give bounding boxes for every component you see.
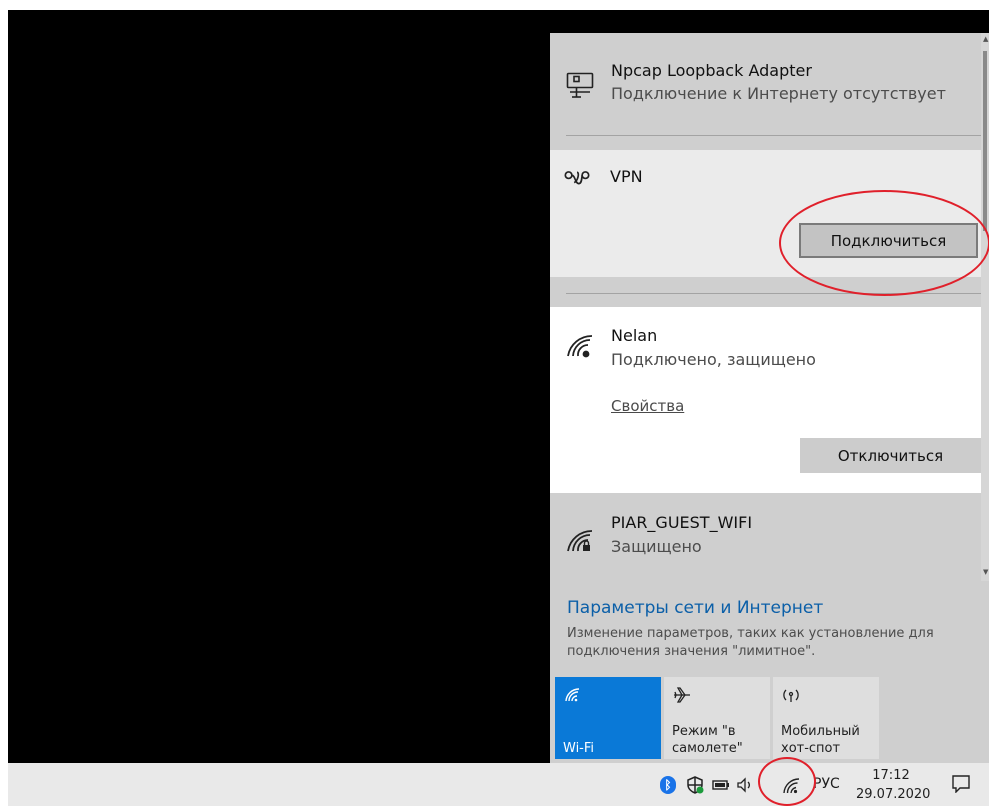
properties-link[interactable]: Свойства	[611, 397, 684, 415]
network-item-npcap[interactable]: Npcap Loopback Adapter Подключение к Инт…	[550, 33, 981, 135]
connect-button[interactable]: Подключиться	[799, 223, 978, 258]
divider	[566, 293, 986, 294]
scroll-up-arrow-icon[interactable]: ▲	[983, 35, 988, 43]
clock-time: 17:12	[872, 768, 910, 783]
network-item-vpn[interactable]: VPN Подключиться	[550, 150, 981, 277]
network-flyout: Npcap Loopback Adapter Подключение к Инт…	[550, 33, 989, 763]
ethernet-icon	[566, 71, 594, 99]
wifi-tile[interactable]: Wi-Fi	[555, 677, 661, 759]
wifi-icon	[566, 332, 594, 360]
disconnect-button[interactable]: Отключиться	[800, 438, 981, 473]
network-settings-description: Изменение параметров, таких как установл…	[567, 626, 934, 659]
clock[interactable]: 17:12 29.07.2020	[856, 766, 931, 804]
airplane-mode-tile[interactable]: Режим "в самолете"	[664, 677, 770, 759]
mobile-hotspot-tile[interactable]: Мобильный хот-спот	[773, 677, 879, 759]
tile-label: Wi-Fi	[563, 741, 595, 756]
scroll-down-arrow-icon[interactable]: ▼	[983, 568, 988, 576]
network-status: Подключено, защищено	[611, 350, 816, 369]
battery-icon[interactable]	[711, 775, 731, 795]
tile-label: Режим "в самолете"	[672, 724, 743, 756]
network-name: PIAR_GUEST_WIFI	[611, 513, 753, 532]
wifi-icon	[563, 685, 583, 705]
network-name: Nelan	[611, 326, 658, 345]
network-status: Защищено	[611, 537, 702, 556]
divider	[566, 135, 986, 136]
network-name: VPN	[610, 167, 643, 186]
tile-label: Мобильный хот-спот	[781, 724, 860, 756]
network-item-nelan[interactable]: Nelan Подключено, защищено Свойства Откл…	[550, 307, 981, 493]
defender-icon[interactable]	[685, 775, 705, 795]
bluetooth-icon[interactable]: ᛒ	[660, 776, 676, 794]
network-status: Подключение к Интернету отсутствует	[611, 84, 946, 103]
network-item-piar-guest-wifi[interactable]: PIAR_GUEST_WIFI Защищено	[550, 493, 981, 573]
vpn-icon	[563, 164, 591, 192]
wifi-icon[interactable]	[782, 776, 802, 796]
scrollbar-thumb[interactable]	[983, 51, 987, 231]
taskbar: ᛒ РУС 17:12 29.07.2020	[8, 763, 989, 806]
clock-date: 29.07.2020	[856, 787, 931, 802]
airplane-icon	[672, 685, 692, 705]
quick-actions: Wi-Fi Режим "в самолете" Мобильный хот-с…	[555, 677, 879, 759]
wifi-secured-icon	[566, 527, 594, 555]
network-settings-link[interactable]: Параметры сети и Интернет	[567, 598, 823, 618]
language-indicator[interactable]: РУС	[813, 776, 840, 792]
volume-icon[interactable]	[736, 775, 756, 795]
action-center-icon[interactable]	[951, 775, 971, 793]
hotspot-icon	[781, 685, 801, 705]
network-name: Npcap Loopback Adapter	[611, 61, 812, 80]
